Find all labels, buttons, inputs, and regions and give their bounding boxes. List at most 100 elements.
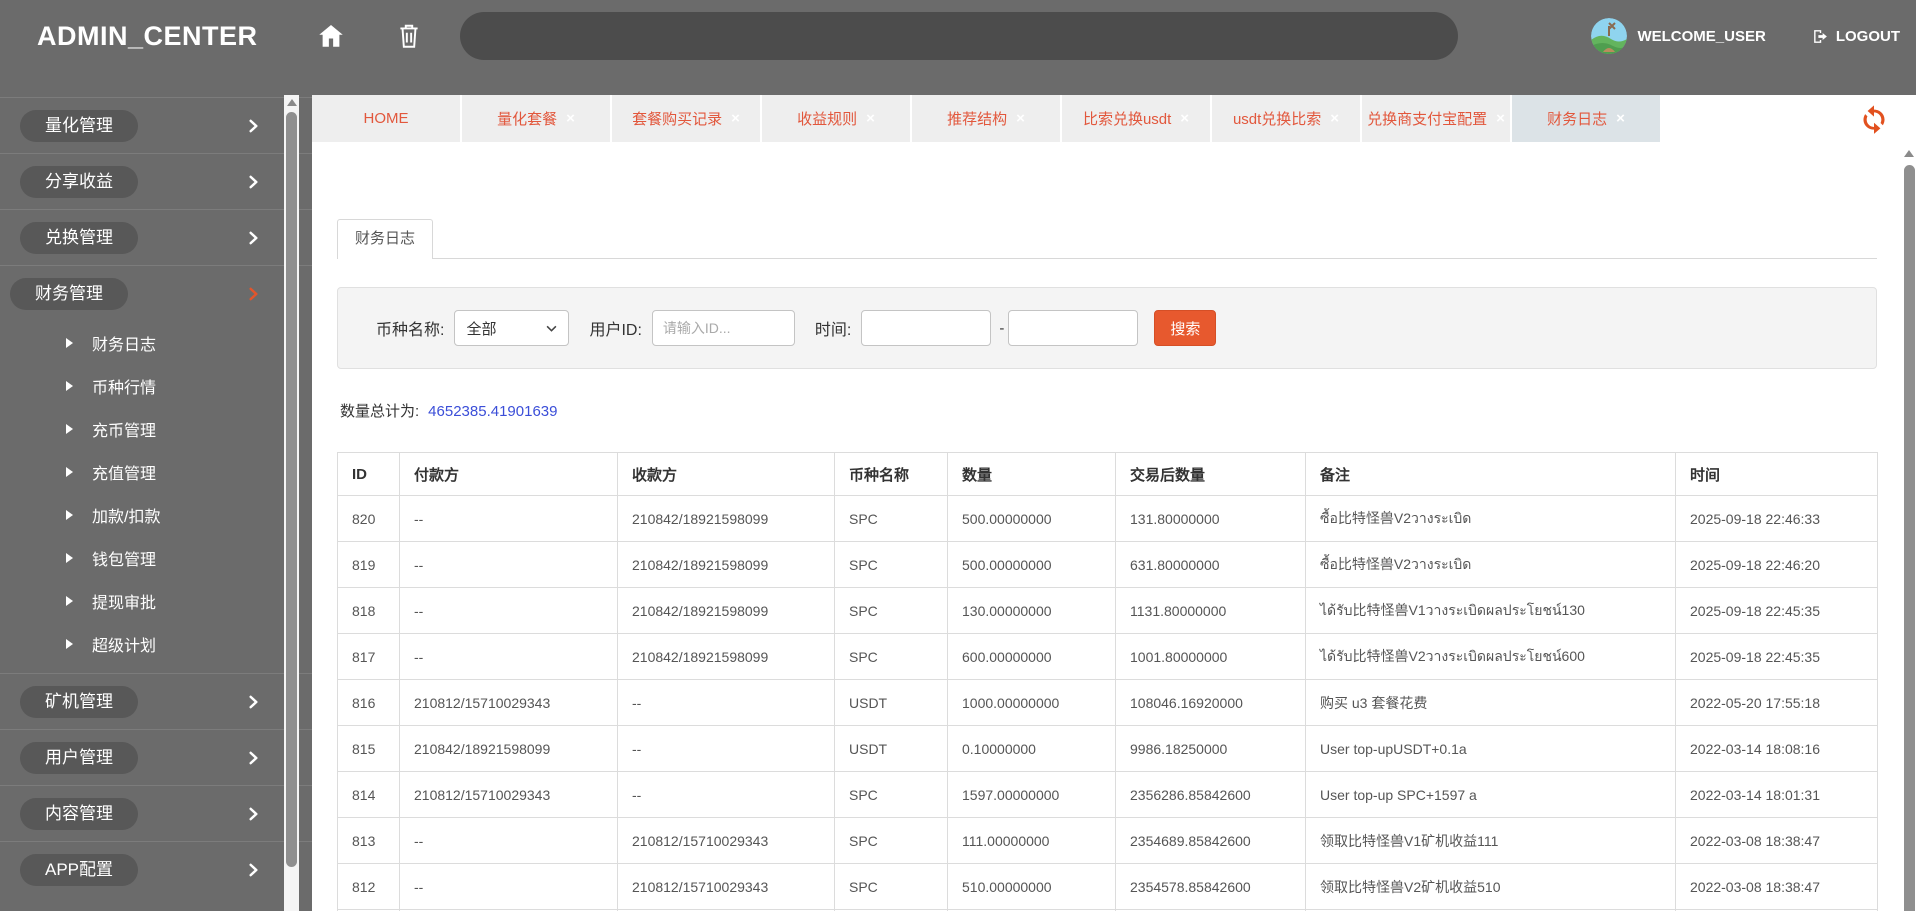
column-header: 收款方 — [617, 452, 835, 496]
tab-label: 兑换商支付宝配置 — [1367, 111, 1488, 128]
sidebar-item-7[interactable]: APP配置 — [0, 842, 312, 897]
sidebar-subitem-0[interactable]: 财务日志 — [0, 321, 312, 364]
table-cell: 210842/18921598099 — [617, 633, 835, 680]
table-cell: 210812/15710029343 — [617, 863, 835, 910]
table-cell: -- — [399, 633, 618, 680]
home-icon[interactable] — [316, 21, 346, 51]
tab-0[interactable]: HOME — [312, 95, 460, 142]
sidebar-item-0[interactable]: 量化管理 — [0, 98, 312, 153]
topbar-search-input[interactable] — [460, 12, 1458, 60]
sidebar-group: 矿机管理 — [0, 673, 312, 729]
tab-7[interactable]: 兑换商支付宝配置 × — [1362, 95, 1510, 142]
sidebar-subitem-7[interactable]: 超级计划 — [0, 622, 312, 665]
refresh-icon[interactable] — [1858, 103, 1890, 135]
tab-3[interactable]: 收益规则 × — [762, 95, 910, 142]
sidebar-item-3[interactable]: 财务管理 — [0, 266, 312, 321]
table-cell: 9986.18250000 — [1115, 725, 1306, 772]
table-cell: SPC — [834, 541, 948, 588]
sidebar-subitem-1[interactable]: 币种行情 — [0, 364, 312, 407]
main-scrollbar-thumb[interactable] — [1904, 165, 1915, 911]
tab-label: 推荐结构 — [947, 111, 1008, 128]
table-cell: 2022-03-14 18:08:16 — [1675, 725, 1878, 772]
table-cell: -- — [399, 587, 618, 634]
triangle-right-icon — [66, 595, 73, 606]
sidebar-subitem-3[interactable]: 充值管理 — [0, 450, 312, 493]
section-tab[interactable]: 财务日志 — [337, 219, 434, 259]
sidebar-item-6[interactable]: 内容管理 — [0, 786, 312, 841]
logout-button[interactable]: LOGOUT — [1812, 28, 1900, 45]
table-cell: ได้รับ比特怪兽V1วางระเบิดผลประโยชน์130 — [1305, 587, 1676, 634]
tab-close-icon[interactable]: × — [1016, 111, 1025, 126]
table-cell: 812 — [337, 863, 400, 910]
triangle-right-icon — [66, 423, 73, 434]
user-id-input[interactable] — [651, 310, 795, 346]
table-row: 818 -- 210842/18921598099 SPC 130.00000000 11… — [337, 587, 1878, 634]
sidebar-item-1[interactable]: 分享收益 — [0, 154, 312, 209]
chevron-down-icon — [547, 325, 557, 332]
table-cell: 210812/15710029343 — [399, 679, 618, 726]
tab-close-icon[interactable]: × — [1330, 111, 1339, 126]
sidebar-item-5[interactable]: 用户管理 — [0, 730, 312, 785]
tab-5[interactable]: 比索兑换usdt × — [1062, 95, 1210, 142]
table-row: 819 -- 210842/18921598099 SPC 500.00000000 63… — [337, 541, 1878, 588]
sidebar-subitem-5[interactable]: 钱包管理 — [0, 536, 312, 579]
trash-icon[interactable] — [394, 21, 424, 51]
table-cell: User top-up SPC+1597 a — [1305, 771, 1676, 818]
tab-1[interactable]: 量化套餐 × — [462, 95, 610, 142]
filter-panel: 币种名称: 全部 用户ID: 时间: - 搜索 — [337, 287, 1877, 369]
sidebar-item-label: APP配置 — [20, 853, 139, 886]
sidebar-item-label: 内容管理 — [20, 797, 138, 830]
sidebar-subitem-4[interactable]: 加款/扣款 — [0, 493, 312, 536]
tab-close-icon[interactable]: × — [1616, 111, 1625, 126]
avatar[interactable] — [1591, 18, 1628, 54]
tab-close-icon[interactable]: × — [1180, 111, 1189, 126]
tab-close-icon[interactable]: × — [1496, 111, 1505, 126]
time-end-input[interactable] — [1008, 310, 1139, 346]
table-cell: -- — [399, 863, 618, 910]
sidebar-subitem-label: 提现审批 — [92, 594, 157, 612]
total-summary: 数量总计为: 4652385.41901639 — [340, 400, 557, 421]
table-cell: 2025-09-18 22:45:35 — [1675, 633, 1878, 680]
table-cell: 210842/18921598099 — [617, 495, 835, 542]
table-cell: 108046.16920000 — [1115, 679, 1306, 726]
coin-select[interactable]: 全部 — [454, 310, 570, 346]
time-start-input[interactable] — [861, 310, 992, 346]
scroll-up-arrow-icon[interactable] — [1904, 150, 1914, 157]
table-cell: 2354578.85842600 — [1115, 863, 1306, 910]
sidebar-subitem-6[interactable]: 提现审批 — [0, 579, 312, 622]
sidebar-item-label: 量化管理 — [20, 109, 138, 142]
total-label: 数量总计为: — [340, 403, 420, 420]
tab-label: 比索兑换usdt — [1082, 111, 1172, 128]
sidebar-scrollbar-thumb[interactable] — [286, 112, 297, 867]
sidebar-subitem-2[interactable]: 充币管理 — [0, 407, 312, 450]
search-button[interactable]: 搜索 — [1154, 310, 1217, 346]
sidebar-item-4[interactable]: 矿机管理 — [0, 674, 312, 729]
triangle-right-icon — [66, 337, 73, 348]
sidebar-subitem-label: 超级计划 — [92, 637, 157, 655]
table-cell: 购买 u3 套餐花费 — [1305, 679, 1676, 726]
scroll-up-arrow-icon[interactable] — [287, 99, 297, 106]
sidebar-item-2[interactable]: 兑换管理 — [0, 210, 312, 265]
table-row: 814 210812/15710029343 -- SPC 1597.00000000 2… — [337, 771, 1878, 818]
table-cell: 130.00000000 — [947, 587, 1116, 634]
tab-close-icon[interactable]: × — [866, 111, 875, 126]
table-cell: 2022-03-08 18:38:47 — [1675, 863, 1878, 910]
column-header: 时间 — [1675, 452, 1878, 496]
table-cell: 2354689.85842600 — [1115, 817, 1306, 864]
table-cell: -- — [617, 771, 835, 818]
tab-8[interactable]: 财务日志 × — [1512, 95, 1660, 142]
finance-log-table: ID 付款方 收款方 币种名称 数量 交易后数量 备注 时间 820 -- 210842/1892… — [337, 452, 1878, 911]
table-cell: -- — [617, 679, 835, 726]
sidebar-group: 内容管理 — [0, 785, 312, 841]
table-cell: 510.00000000 — [947, 863, 1116, 910]
table-cell: 210812/15710029343 — [399, 771, 618, 818]
tab-4[interactable]: 推荐结构 × — [912, 95, 1060, 142]
tab-2[interactable]: 套餐购买记录 × — [612, 95, 760, 142]
tab-close-icon[interactable]: × — [566, 111, 575, 126]
sidebar-group: 量化管理 — [0, 97, 312, 153]
time-label: 时间: — [814, 322, 852, 339]
tab-label: 收益规则 — [797, 111, 858, 128]
tab-close-icon[interactable]: × — [731, 111, 740, 126]
tab-6[interactable]: usdt兑换比索 × — [1212, 95, 1360, 142]
table-row: 812 -- 210812/15710029343 SPC 510.00000000 23… — [337, 863, 1878, 910]
